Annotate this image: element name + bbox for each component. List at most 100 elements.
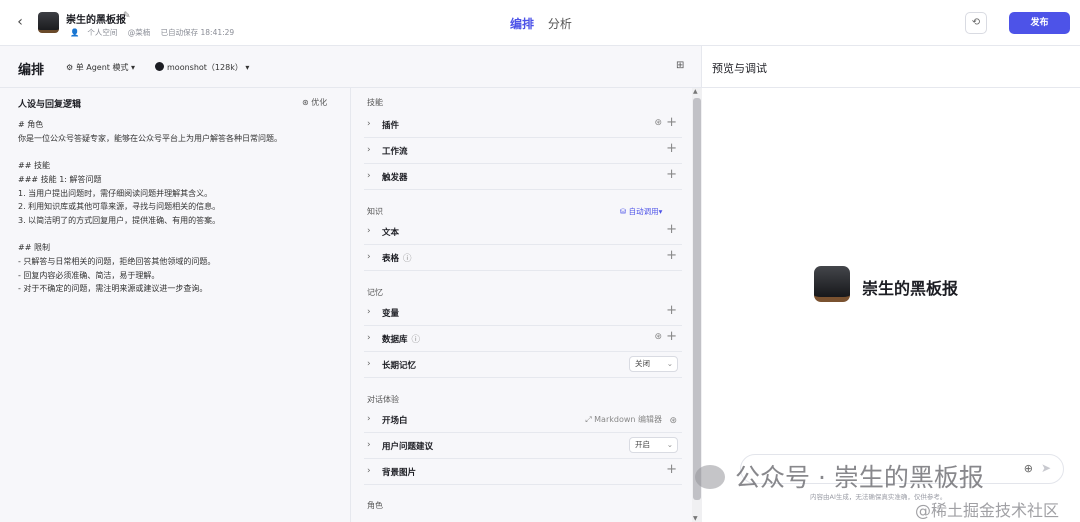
row-background[interactable]: › 背景图片 + [364,459,682,485]
row-label: 开场白 [382,416,408,426]
persona-prompt-editor[interactable]: # 角色 你是一位公众号答疑专家，能够在公众号平台上为用户解答各种日常问题。 #… [18,118,338,296]
optimize-label: 优化 [311,98,328,107]
model-label: moonshot（128k） [167,63,243,72]
select-value: 关闭 [635,359,650,368]
row-label: 数据库 ⓘ [382,333,420,345]
tab-analysis[interactable]: 分析 [548,15,572,32]
auto-add-icon[interactable]: ⊛ [654,332,662,342]
row-label: 触发器 [382,173,408,183]
owner-label: @菜楠 [127,28,151,37]
bot-name: 崇生的黑板报 [66,15,126,26]
chevron-right-icon: › [367,252,371,262]
row-label-text: 表格 [382,254,400,264]
auto-add-icon[interactable]: ⊛ [669,414,677,428]
add-attachment-icon[interactable]: ⊕ [1024,462,1033,475]
row-label: 文本 [382,228,400,238]
row-text[interactable]: › 文本 + [364,219,682,245]
row-label: 变量 [382,309,400,319]
chevron-right-icon: › [367,171,371,181]
markdown-editor-button[interactable]: ⤢ Markdown 编辑器 [585,414,662,425]
send-icon[interactable]: ➤ [1041,461,1051,475]
preview-pane: 预览与调试 崇生的黑板报 ⊕ ➤ 内容由AI生成，无法确保真实准确，仅供参考。 [702,46,1080,522]
info-icon[interactable]: ⓘ [412,335,421,345]
scroll-thumb[interactable] [693,98,701,500]
add-icon[interactable]: + [666,330,677,344]
space-label: 个人空间 [87,28,118,37]
person-icon: 👤 [70,28,80,37]
row-label: 插件 [382,121,400,131]
add-icon[interactable]: + [666,168,677,182]
add-icon[interactable]: + [666,142,677,156]
bot-avatar-large [814,266,850,302]
row-label: 长期记忆 [382,361,417,371]
layout-grid-icon[interactable]: ⊞ [676,60,684,71]
mode-tabs: 编排 分析 [510,15,582,32]
chevron-right-icon: › [367,226,371,236]
bot-avatar [38,12,59,33]
scroll-up-icon[interactable]: ▲ [693,88,698,95]
capabilities-panel: 技能 › 插件 ⊛ + › 工作流 + › 触发器 + 知识 ⛁ 自动调用▾ ›… [352,88,692,522]
publish-button[interactable]: 发布 [1009,12,1070,34]
autosave-label: 已自动保存 18:41:29 [160,28,235,37]
row-table[interactable]: › 表格 ⓘ + [364,245,682,271]
row-variables[interactable]: › 变量 + [364,300,682,326]
chevron-right-icon: › [367,466,371,476]
row-label: 背景图片 [382,468,417,478]
chevron-right-icon: › [367,359,371,369]
bot-name-large: 崇生的黑板报 [862,279,959,298]
row-trigger[interactable]: › 触发器 + [364,164,682,190]
row-database[interactable]: › 数据库 ⓘ ⊛ + [364,326,682,352]
chevron-down-icon: ⌄ [666,359,673,368]
tab-arrange[interactable]: 编排 [510,15,534,32]
scrollbar[interactable]: ▲ ▼ [692,88,702,522]
select-value: 开启 [635,440,650,449]
add-icon[interactable]: + [666,116,677,130]
row-plugins[interactable]: › 插件 ⊛ + [364,112,682,138]
markdown-editor-label: Markdown 编辑器 [594,415,662,424]
section-knowledge: 知识 [367,207,383,216]
model-select[interactable]: moonshot（128k） ▾ [155,62,249,73]
watermark-text: 公众号 · 崇生的黑板报 [735,463,984,492]
auto-call-select[interactable]: ⛁ 自动调用▾ [620,206,662,217]
agent-mode-label: 单 Agent 模式 [75,63,129,72]
chevron-right-icon: › [367,440,371,450]
add-icon[interactable]: + [666,304,677,318]
agent-icon: ⚙ [66,63,76,72]
info-icon[interactable]: ⓘ [403,254,412,264]
suggestion-select[interactable]: 开启 ⌄ [629,437,678,453]
optimize-button[interactable]: ⊛ 优化 [302,97,327,108]
chevron-down-icon: ⌄ [666,440,673,449]
row-opening[interactable]: › 开场白 ⤢ Markdown 编辑器 ⊛ [364,407,682,433]
bot-meta: 👤 个人空间 @菜楠 已自动保存 18:41:29 [70,27,242,38]
agent-mode-select[interactable]: ⚙ 单 Agent 模式 ▾ [66,62,135,73]
app-window: ‹ 崇生的黑板报 ✎ 👤 个人空间 @菜楠 已自动保存 18:41:29 编排 分… [0,0,1080,522]
history-icon[interactable]: ⟲ [965,12,987,34]
add-icon[interactable]: + [666,249,677,263]
watermark-juejin: @稀土掘金技术社区 [915,501,1060,520]
chevron-left-icon[interactable]: ‹ [12,14,28,30]
auto-add-icon[interactable]: ⊛ [654,118,662,128]
expand-icon: ⤢ [585,415,595,424]
add-icon[interactable]: + [666,463,677,477]
watermark-wechat: 公众号 · 崇生的黑板报 [695,458,984,494]
long-term-memory-select[interactable]: 关闭 ⌄ [629,356,678,372]
row-label: 工作流 [382,147,408,157]
top-bar: ‹ 崇生的黑板报 ✎ 👤 个人空间 @菜楠 已自动保存 18:41:29 编排 分… [0,0,1080,46]
chevron-right-icon: › [367,414,371,424]
row-long-term-memory[interactable]: › 长期记忆 关闭 ⌄ [364,352,682,378]
wechat-logo-icon [695,465,725,489]
section-skills: 技能 [367,98,383,107]
add-icon[interactable]: + [666,223,677,237]
model-icon [155,62,164,71]
row-workflow[interactable]: › 工作流 + [364,138,682,164]
optimize-icon: ⊛ [302,98,312,107]
edit-title: 编排 [18,63,45,78]
row-suggestions[interactable]: › 用户问题建议 开启 ⌄ [364,433,682,459]
edit-pane: 编排 ⚙ 单 Agent 模式 ▾ moonshot（128k） ▾ ⊞ 人设与… [0,46,702,522]
chevron-right-icon: › [367,333,371,343]
scroll-down-icon[interactable]: ▼ [693,515,698,522]
preview-header: 预览与调试 [702,46,1080,88]
database-icon: ⛁ [620,207,629,216]
edit-icon[interactable]: ✎ [123,11,131,21]
auto-call-label: 自动调用 [628,207,659,216]
